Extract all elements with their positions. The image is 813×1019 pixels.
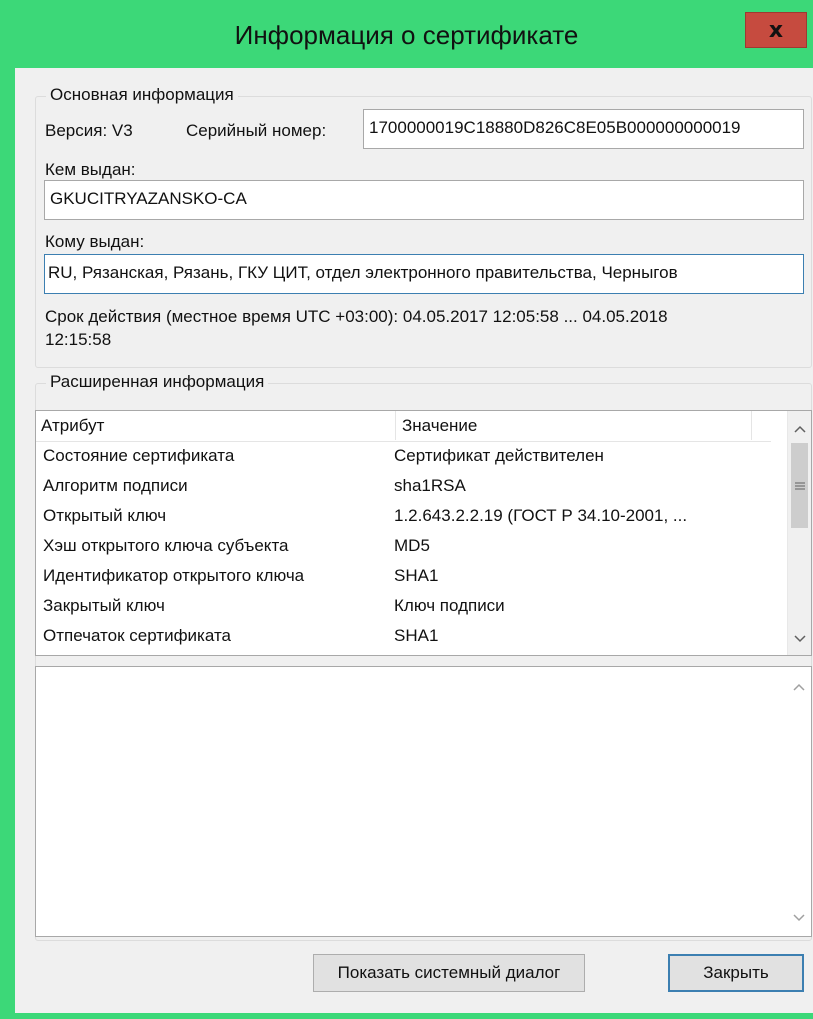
issued-by-label: Кем выдан:	[45, 160, 136, 179]
serial-number-label: Серийный номер:	[186, 121, 327, 140]
grip-icon	[794, 482, 805, 489]
window-close-button[interactable]: x	[745, 12, 807, 48]
basic-info-group-title: Основная информация	[46, 85, 238, 105]
chevron-down-icon	[792, 914, 805, 922]
chevron-up-icon	[793, 425, 806, 433]
issued-by-field[interactable]: GKUCITRYAZANSKO-CA	[44, 180, 804, 220]
row-attribute: Открытый ключ	[43, 506, 167, 525]
details-scrollbar[interactable]	[787, 667, 811, 936]
chevron-down-icon	[793, 635, 806, 643]
scroll-thumb[interactable]	[791, 443, 808, 528]
close-button[interactable]: Закрыть	[668, 954, 804, 992]
scroll-up-arrow[interactable]	[788, 417, 811, 441]
table-row[interactable]: Открытый ключ 1.2.643.2.2.19 (ГОСТ Р 34.…	[36, 502, 771, 532]
issued-to-field[interactable]: RU, Рязанская, Рязань, ГКУ ЦИТ, отдел эл…	[44, 254, 804, 294]
extended-info-group-title: Расширенная информация	[46, 372, 269, 392]
row-attribute: Алгоритм подписи	[43, 476, 188, 495]
scroll-down-arrow[interactable]	[787, 906, 810, 930]
row-value: Ключ подписи	[394, 596, 505, 615]
chevron-up-icon	[792, 683, 805, 691]
table-row[interactable]: Алгоритм подписи sha1RSA	[36, 472, 771, 502]
validity-period-line2: 12:15:58	[45, 330, 112, 349]
row-attribute: Закрытый ключ	[43, 596, 165, 615]
table-row[interactable]: Хэш открытого ключа субъекта MD5	[36, 532, 771, 562]
window-title: Информация о сертификате	[234, 20, 579, 50]
row-value: 1.2.643.2.2.19 (ГОСТ Р 34.10-2001, ...	[394, 506, 688, 525]
column-header-attribute[interactable]: Атрибут	[41, 416, 104, 436]
row-attribute: Хэш открытого ключа субъекта	[43, 536, 289, 555]
row-value: sha1RSA	[394, 476, 466, 495]
show-system-dialog-button[interactable]: Показать системный диалог	[313, 954, 585, 992]
serial-number-field[interactable]: 1700000019C18880D826C8E05B000000000019	[363, 109, 804, 149]
column-divider[interactable]	[751, 411, 752, 440]
row-attribute: Состояние сертификата	[43, 446, 235, 465]
certificate-dialog-window: Информация о сертификате x Основная инфо…	[0, 0, 813, 1019]
column-header-value[interactable]: Значение	[402, 416, 477, 436]
scroll-up-arrow[interactable]	[787, 675, 810, 699]
version-label: Версия: V3	[45, 121, 133, 140]
close-icon: x	[768, 17, 784, 43]
row-attribute: Отпечаток сертификата	[43, 626, 231, 645]
details-textarea[interactable]	[35, 666, 812, 937]
scroll-down-arrow[interactable]	[788, 627, 811, 651]
table-header: Атрибут Значение	[36, 411, 771, 442]
table-row[interactable]: Закрытый ключ Ключ подписи	[36, 592, 771, 622]
row-value: MD5	[394, 536, 430, 555]
table-row[interactable]: Отпечаток сертификата SHA1	[36, 622, 771, 652]
issued-to-label: Кому выдан:	[45, 232, 145, 251]
table-row[interactable]: Идентификатор открытого ключа SHA1	[36, 562, 771, 592]
row-value: SHA1	[394, 566, 439, 585]
attributes-table[interactable]: Атрибут Значение Состояние сертификата С…	[35, 410, 812, 656]
title-bar[interactable]: Информация о сертификате x	[0, 0, 813, 68]
validity-period-line1: Срок действия (местное время UTC +03:00)…	[45, 307, 668, 326]
table-scrollbar[interactable]	[787, 411, 811, 655]
row-attribute: Идентификатор открытого ключа	[43, 566, 305, 585]
row-value: Сертификат действителен	[394, 446, 604, 465]
table-row[interactable]: Состояние сертификата Сертификат действи…	[36, 442, 771, 472]
dialog-body: Основная информация Версия: V3 Серийный …	[15, 68, 813, 1013]
row-value: SHA1	[394, 626, 439, 645]
column-divider[interactable]	[395, 411, 396, 440]
